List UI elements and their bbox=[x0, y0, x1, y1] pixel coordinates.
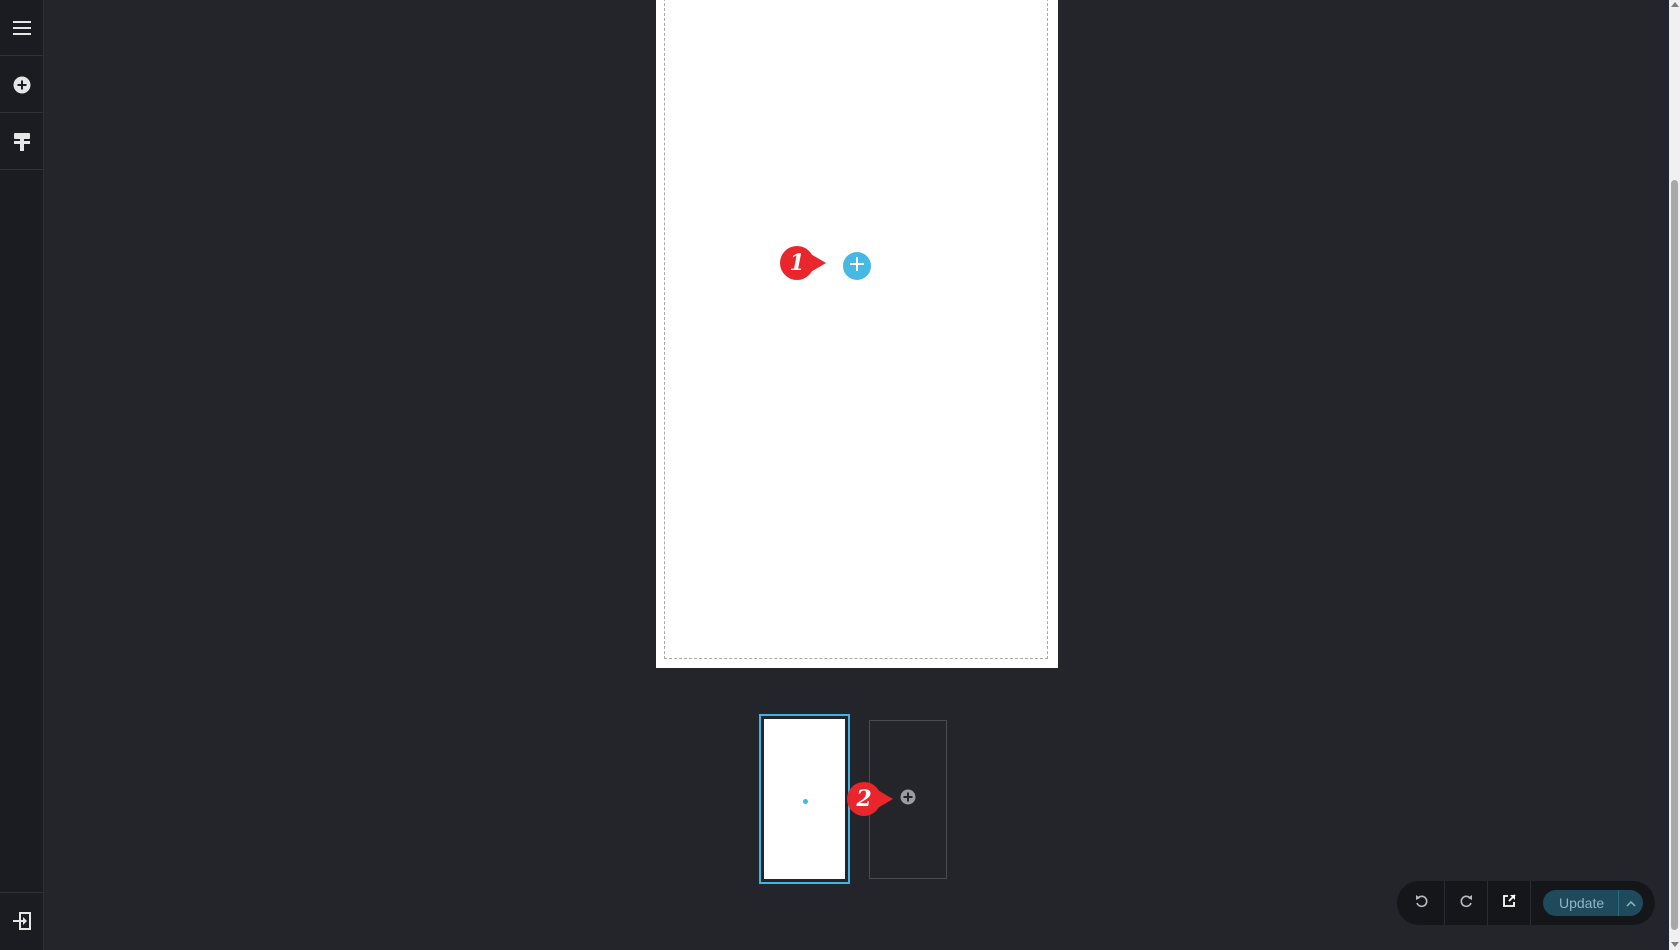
plus-icon bbox=[850, 256, 864, 276]
preview-button[interactable] bbox=[1488, 881, 1531, 925]
step-marker-1: 1 bbox=[779, 245, 826, 281]
scroll-thumb[interactable] bbox=[1671, 180, 1678, 930]
redo-icon bbox=[1459, 894, 1473, 913]
step-marker-label: 1 bbox=[789, 250, 805, 276]
update-button[interactable]: Update bbox=[1543, 890, 1620, 916]
exit-icon bbox=[13, 911, 31, 930]
bottom-toolbar: Update bbox=[1397, 881, 1655, 925]
paint-roller-icon bbox=[14, 132, 30, 151]
thumbnail-dot bbox=[803, 799, 808, 804]
menu-icon bbox=[13, 20, 31, 35]
menu-button[interactable] bbox=[0, 0, 44, 56]
left-sidebar bbox=[0, 0, 44, 950]
chevron-up-icon bbox=[1626, 894, 1636, 912]
page-thumbnail-preview bbox=[764, 719, 845, 879]
scroll-down-arrow[interactable] bbox=[1671, 942, 1679, 947]
scroll-up-arrow[interactable] bbox=[1671, 2, 1679, 7]
update-button-group: Update bbox=[1543, 890, 1644, 916]
page-thumbnail-1[interactable] bbox=[759, 714, 850, 884]
exit-button[interactable] bbox=[0, 892, 44, 948]
add-circle-icon bbox=[900, 789, 916, 810]
style-button[interactable] bbox=[0, 114, 44, 170]
undo-icon bbox=[1415, 894, 1429, 913]
add-circle-icon bbox=[13, 76, 31, 94]
undo-button[interactable] bbox=[1399, 881, 1445, 925]
step-marker-2: 2 bbox=[846, 781, 893, 817]
canvas-add-button[interactable] bbox=[843, 252, 871, 280]
update-options-button[interactable] bbox=[1619, 890, 1643, 916]
step-marker-label: 2 bbox=[856, 786, 872, 812]
canvas-dropzone[interactable] bbox=[664, 0, 1048, 659]
add-element-button[interactable] bbox=[0, 57, 44, 113]
external-link-icon bbox=[1502, 893, 1516, 913]
redo-button[interactable] bbox=[1445, 881, 1488, 925]
canvas-page bbox=[656, 0, 1058, 668]
vertical-scrollbar[interactable] bbox=[1669, 0, 1680, 950]
